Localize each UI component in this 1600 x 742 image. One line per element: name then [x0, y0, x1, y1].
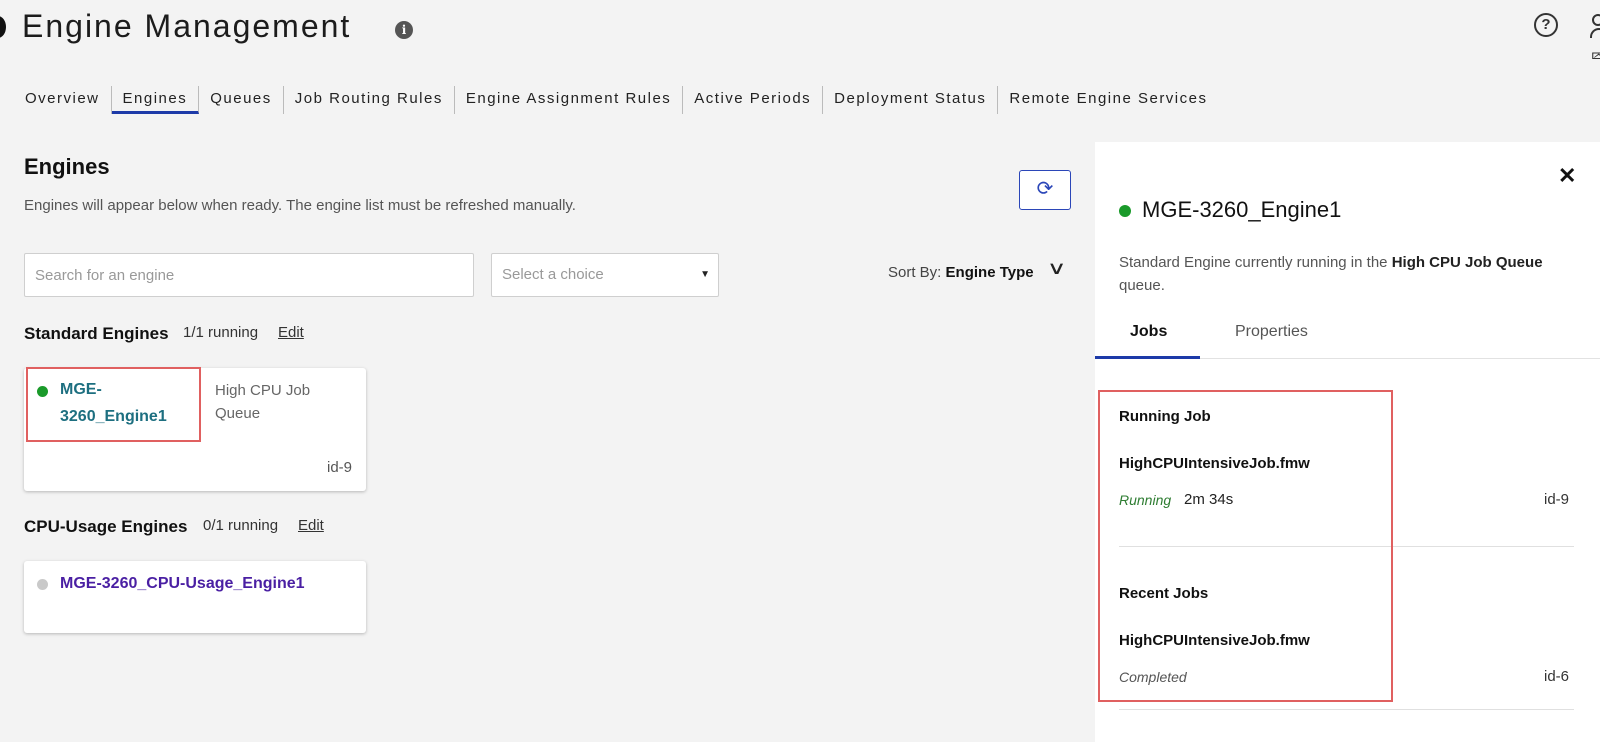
panel-tab-properties[interactable]: Properties [1235, 323, 1308, 341]
highlight-box [26, 367, 201, 442]
sort-by-control[interactable]: Sort By: Engine Type [888, 264, 1034, 281]
active-tab-indicator [1095, 356, 1200, 359]
close-icon[interactable]: ✕ [1558, 163, 1576, 189]
tab-queues[interactable]: Queues [199, 86, 284, 114]
tab-remote-engine-services[interactable]: Remote Engine Services [998, 86, 1218, 114]
engine-card-cpu-usage[interactable]: MGE-3260_CPU-Usage_Engine1 [24, 561, 366, 633]
standard-engines-count: 1/1 running [183, 324, 259, 341]
recent-job-id: id-6 [1544, 668, 1570, 685]
engine-id: id-9 [327, 459, 353, 476]
running-job-id: id-9 [1544, 491, 1570, 508]
mouse-cursor-icon: ⮹ [1590, 44, 1600, 69]
tab-deployment-status[interactable]: Deployment Status [823, 86, 999, 114]
engine-name-link[interactable]: MGE-3260_CPU-Usage_Engine1 [60, 570, 305, 597]
status-running-icon [1119, 205, 1131, 217]
cpu-usage-engines-title: CPU-Usage Engines [24, 517, 188, 536]
page-title: Engine Management [22, 8, 352, 44]
panel-description: Standard Engine currently running in the… [1119, 254, 1543, 294]
info-icon[interactable]: i [395, 21, 413, 39]
panel-tab-jobs[interactable]: Jobs [1130, 323, 1167, 341]
tab-overview[interactable]: Overview [14, 86, 112, 114]
standard-engines-edit-link[interactable]: Edit [278, 324, 304, 341]
chevron-down-icon[interactable]: ∨ [1047, 258, 1067, 279]
engine-search-input[interactable] [24, 253, 474, 297]
help-icon[interactable]: ? [1534, 13, 1558, 37]
sort-by-label: Sort By: [888, 264, 942, 281]
user-icon[interactable] [1590, 12, 1600, 42]
tab-engine-assignment-rules[interactable]: Engine Assignment Rules [455, 86, 684, 114]
highlight-box [1098, 390, 1393, 702]
engines-heading: Engines [24, 154, 110, 179]
cpu-usage-engines-count: 0/1 running [203, 517, 279, 534]
sort-by-value: Engine Type [945, 264, 1034, 281]
filter-select-value: Select a choice [502, 266, 604, 283]
engines-description: Engines will appear below when ready. Th… [24, 197, 576, 214]
caret-down-icon: ▼ [700, 269, 710, 280]
tab-engines[interactable]: Engines [111, 86, 200, 114]
refresh-icon: ⟳ [1036, 178, 1054, 200]
cpu-usage-engines-edit-link[interactable]: Edit [298, 517, 324, 534]
filter-select[interactable]: Select a choice ▼ [491, 253, 719, 297]
engine-queue-name: High CPU Job Queue [215, 382, 311, 422]
standard-engines-title: Standard Engines [24, 324, 169, 343]
app-logo-icon [0, 16, 6, 38]
refresh-button[interactable]: ⟳ [1019, 170, 1071, 210]
tab-active-periods[interactable]: Active Periods [683, 86, 824, 114]
tab-job-routing-rules[interactable]: Job Routing Rules [284, 86, 455, 114]
main-tabs: Overview Engines Queues Job Routing Rule… [14, 86, 1219, 116]
panel-engine-name: MGE-3260_Engine1 [1142, 197, 1342, 222]
status-stopped-icon [37, 579, 48, 590]
divider [1119, 709, 1574, 710]
